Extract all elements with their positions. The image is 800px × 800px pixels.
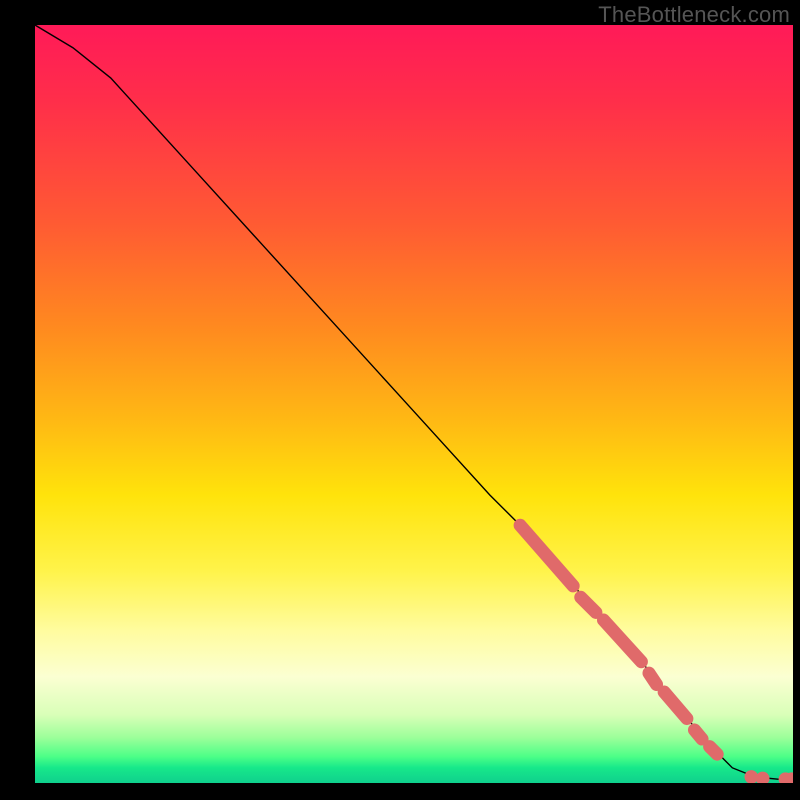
curve-line	[35, 25, 793, 779]
marker-segments	[520, 525, 717, 754]
marker-dots	[744, 770, 793, 783]
attribution-text: TheBottleneck.com	[598, 2, 790, 28]
chart-frame: TheBottleneck.com	[0, 0, 800, 800]
chart-overlay	[35, 25, 793, 783]
